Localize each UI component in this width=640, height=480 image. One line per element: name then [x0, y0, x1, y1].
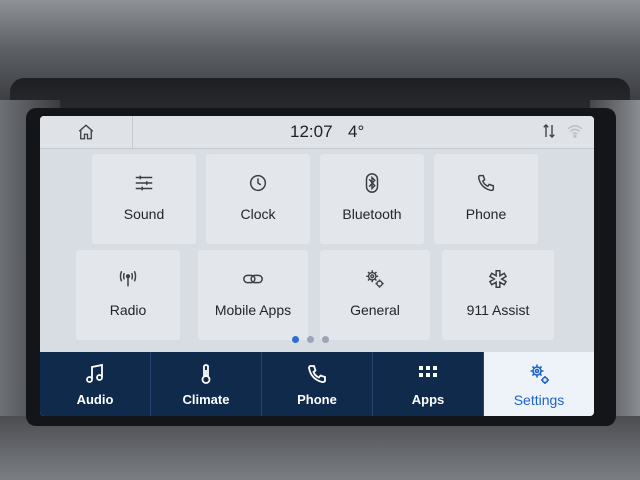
gears-icon [366, 270, 384, 288]
tile-phone[interactable]: Phone [434, 154, 538, 244]
tile-label: General [350, 302, 400, 318]
settings-grid: Sound Clock Bluetooth Phone Radio Mobile… [40, 150, 594, 348]
page-dot-2[interactable] [307, 336, 314, 343]
settings-gears-icon [530, 364, 549, 384]
outside-temperature: 4° [348, 122, 365, 141]
infotainment-screen: 12:07 4° Sound Clock Bluetooth Phone Rad… [40, 116, 594, 416]
thermometer-icon [201, 364, 211, 384]
tile-radio[interactable]: Radio [76, 250, 180, 340]
page-dot-1[interactable] [292, 336, 299, 343]
tile-label: Sound [123, 206, 165, 222]
tile-clock[interactable]: Clock [206, 154, 310, 244]
tile-mobile-apps[interactable]: Mobile Apps [198, 250, 308, 340]
nav-label: Climate [182, 392, 230, 407]
home-icon [78, 124, 94, 140]
nav-apps[interactable]: Apps [373, 352, 484, 416]
radio-antenna-icon [119, 270, 137, 287]
nav-climate[interactable]: Climate [151, 352, 262, 416]
nav-label: Settings [513, 392, 565, 408]
tile-label: Radio [109, 302, 147, 318]
bottom-nav-bar: Audio Climate Phone Apps Settings [40, 352, 594, 416]
apps-grid-icon [419, 366, 437, 377]
tile-label: Clock [240, 206, 276, 222]
bluetooth-icon [365, 173, 379, 193]
phone-icon [308, 365, 326, 384]
tile-bluetooth[interactable]: Bluetooth [320, 154, 424, 244]
phone-icon [477, 174, 495, 192]
tile-general[interactable]: General [320, 250, 430, 340]
nav-label: Audio [76, 392, 114, 407]
tile-label: Phone [465, 206, 507, 222]
tile-sound[interactable]: Sound [92, 154, 196, 244]
emergency-icon [488, 270, 508, 288]
page-indicator[interactable] [292, 336, 329, 343]
nav-settings[interactable]: Settings [484, 352, 594, 416]
wifi-icon [567, 125, 583, 138]
page-dot-3[interactable] [322, 336, 329, 343]
sliders-icon [135, 175, 153, 191]
tile-label: Mobile Apps [214, 302, 292, 318]
data-transfer-icon [543, 124, 555, 138]
clock-time: 12:07 [290, 122, 333, 141]
link-icon [243, 274, 263, 284]
home-button[interactable] [40, 116, 133, 148]
music-note-icon [86, 363, 103, 383]
clock-icon [249, 174, 267, 192]
tile-label: 911 Assist [466, 302, 530, 318]
nav-phone[interactable]: Phone [262, 352, 373, 416]
status-icons [540, 122, 584, 140]
nav-label: Apps [411, 392, 445, 407]
nav-label: Phone [297, 392, 337, 407]
nav-audio[interactable]: Audio [40, 352, 151, 416]
status-bar: 12:07 4° [40, 116, 594, 149]
tile-label: Bluetooth [342, 206, 402, 222]
tile-911-assist[interactable]: 911 Assist [442, 250, 554, 340]
